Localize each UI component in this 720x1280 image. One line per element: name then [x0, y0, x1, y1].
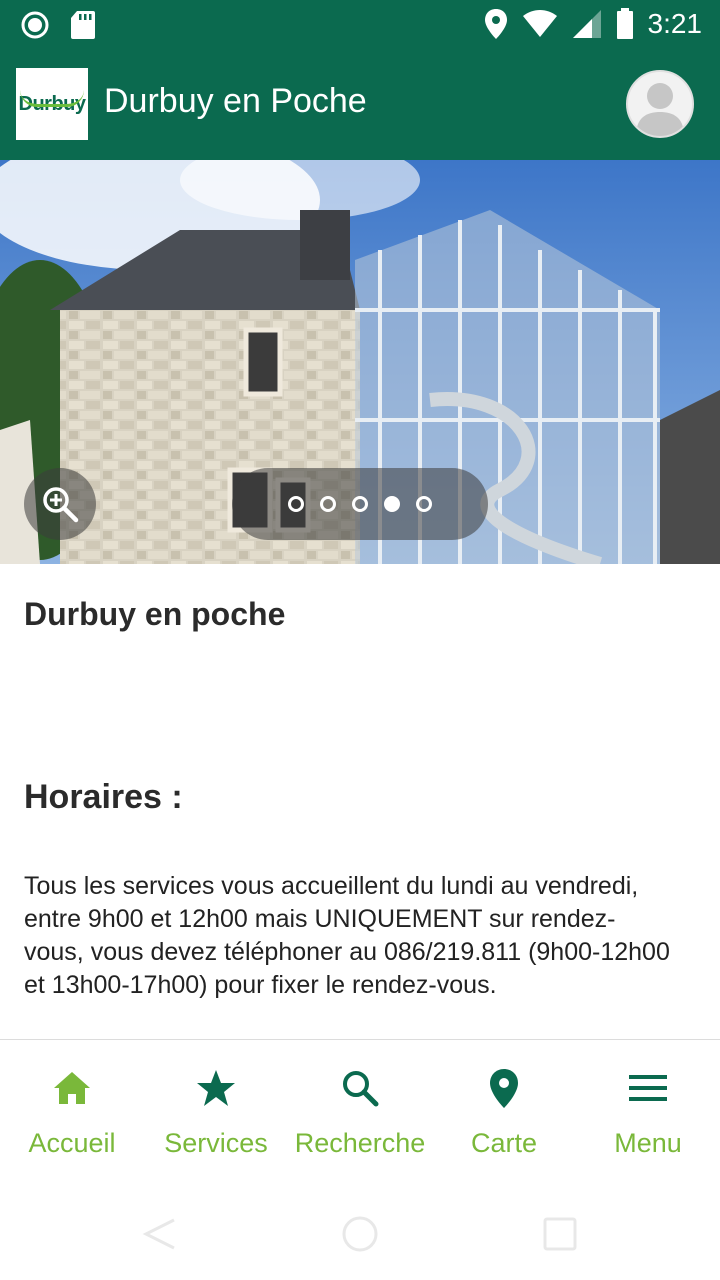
nav-label-carte: Carte	[470, 1128, 538, 1158]
carousel-dot[interactable]	[416, 496, 432, 512]
home-circle-icon[interactable]	[340, 1214, 380, 1254]
nav-services[interactable]: Services	[144, 1040, 288, 1185]
nav-accueil[interactable]: Accueil	[0, 1040, 144, 1185]
hours-heading: Horaires :	[24, 778, 183, 816]
nav-menu[interactable]: Menu	[576, 1040, 720, 1185]
system-nav-bar	[0, 1184, 720, 1280]
status-time: 3:21	[647, 8, 703, 39]
nav-label-services: Services	[164, 1128, 268, 1158]
hours-paragraph: Tous les services vous accueillent du lu…	[24, 872, 670, 999]
zoom-in-icon	[43, 487, 79, 523]
carousel-dot[interactable]	[288, 496, 304, 512]
nav-carte[interactable]: Carte	[432, 1040, 576, 1185]
nav-label-accueil: Accueil	[28, 1128, 116, 1158]
record-icon	[21, 11, 49, 39]
logo-swoosh	[20, 90, 84, 107]
map-pin-icon	[490, 1069, 518, 1108]
nav-label-menu: Menu	[614, 1128, 682, 1158]
battery-icon	[616, 8, 633, 39]
carousel-dot[interactable]	[352, 496, 368, 512]
star-icon	[197, 1070, 235, 1106]
zoom-button[interactable]	[24, 468, 96, 540]
status-bar: 3:21	[0, 0, 720, 52]
content-area[interactable]: Durbuy en poche Horaires : Tous les serv…	[24, 564, 696, 1040]
user-icon	[636, 83, 684, 136]
menu-icon	[629, 1075, 667, 1101]
recents-icon[interactable]	[542, 1216, 578, 1252]
search-icon	[343, 1071, 379, 1107]
carousel-dot[interactable]	[320, 496, 336, 512]
carousel-indicator	[232, 468, 488, 540]
nav-recherche[interactable]: Recherche	[288, 1040, 432, 1185]
app-bar: Durbuy Durbuy en Poche	[0, 52, 720, 160]
bottom-navigation: Accueil Services Recherche Carte Menu	[0, 1039, 720, 1185]
back-icon[interactable]	[140, 1214, 180, 1254]
app-title: Durbuy en Poche	[104, 82, 367, 120]
page-heading: Durbuy en poche	[24, 596, 286, 632]
nav-label-recherche: Recherche	[294, 1128, 426, 1158]
image-carousel[interactable]	[0, 160, 720, 564]
location-status-icon	[484, 9, 507, 39]
carousel-dot-active[interactable]	[384, 496, 400, 512]
signal-icon	[572, 10, 601, 38]
app-logo[interactable]: Durbuy	[16, 68, 88, 140]
profile-avatar[interactable]	[626, 70, 694, 138]
wifi-icon	[522, 10, 557, 37]
home-icon	[54, 1072, 90, 1104]
sd-card-icon	[71, 11, 95, 39]
